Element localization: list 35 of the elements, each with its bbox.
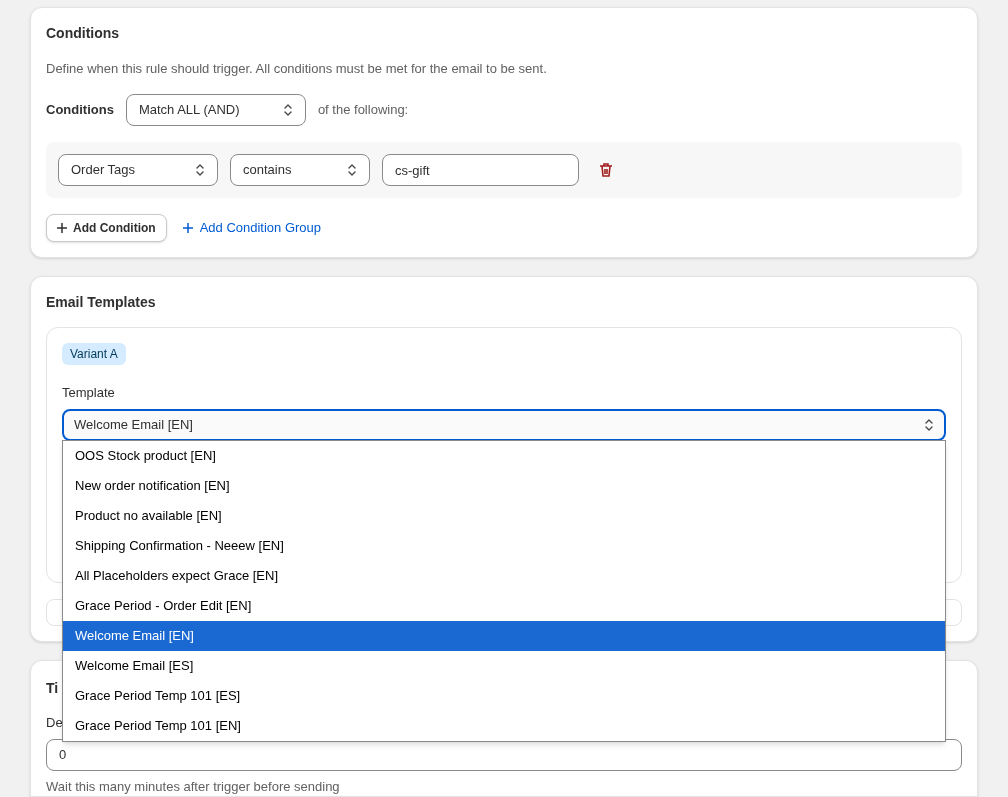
operator-select[interactable]: contains — [230, 154, 370, 186]
section-title: Email Templates — [46, 293, 157, 311]
variant-badge: Variant A — [62, 343, 126, 365]
match-select[interactable]: Match ALL (AND) — [125, 94, 306, 126]
dropdown-option[interactable]: Welcome Email [EN] — [63, 620, 945, 651]
trash-icon[interactable] — [599, 162, 613, 178]
dropdown-option[interactable]: Grace Period Temp 101 [EN] — [63, 710, 945, 741]
add-group-link[interactable]: Add Condition Group — [182, 218, 322, 238]
dropdown-option[interactable]: Welcome Email [ES] — [63, 650, 945, 681]
plus-icon — [182, 223, 193, 233]
description: Define when this rule should trigger. All conditions must be met for the email to be sent. — [46, 61, 548, 77]
dropdown-option[interactable]: Shipping Confirmation - Neeew [EN] — [63, 530, 945, 561]
section-title: Ti — [46, 679, 59, 697]
suffix-label: of the following: — [317, 101, 409, 120]
dropdown-option[interactable]: All Placeholders expect Grace [EN] — [63, 560, 945, 591]
chevron-icon — [195, 163, 205, 177]
chevron-icon — [924, 417, 934, 432]
section-title: Conditions — [46, 24, 121, 42]
template-label: Template — [62, 384, 115, 402]
dropdown-option[interactable]: Product no available [EN] — [63, 500, 945, 531]
help-text: Wait this many minutes after trigger before sending — [46, 777, 340, 796]
dropdown-option[interactable]: Grace Period - Order Edit [EN] — [63, 590, 945, 621]
plus-icon — [57, 223, 67, 233]
field-select[interactable]: Order Tags — [58, 154, 218, 186]
conditions-label: Conditions — [46, 101, 114, 120]
chevron-icon — [347, 163, 357, 177]
template-select[interactable]: Welcome Email [EN] — [62, 408, 946, 441]
delay-field[interactable]: 0 — [46, 738, 962, 771]
add-condition-button[interactable]: Add Condition — [46, 214, 167, 242]
dropdown-option[interactable]: OOS Stock product [EN] — [63, 440, 945, 471]
dropdown-option[interactable]: Grace Period Temp 101 [ES] — [63, 680, 945, 711]
value-field[interactable]: cs-gift — [382, 154, 579, 186]
delay-label: De — [46, 714, 63, 732]
dropdown-option[interactable]: New order notification [EN] — [63, 470, 945, 501]
chevron-icon — [282, 103, 293, 117]
